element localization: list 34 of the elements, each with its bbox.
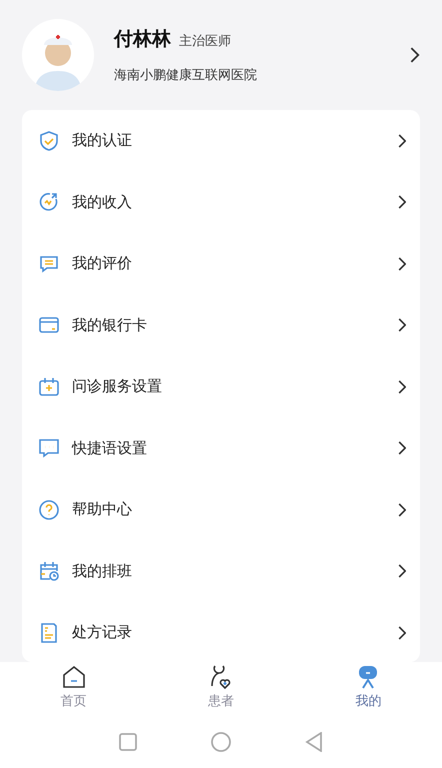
menu-item[interactable]: 我的认证 <box>22 110 420 172</box>
menu-item[interactable]: 我的银行卡 <box>22 294 420 356</box>
menu-item[interactable]: 问诊服务设置 <box>22 356 420 418</box>
calendar-clock-icon <box>38 560 60 582</box>
chevron-right-icon <box>398 380 406 394</box>
square-icon[interactable] <box>119 733 137 751</box>
chevron-right-icon <box>410 47 420 63</box>
chat-dots-icon <box>38 437 60 460</box>
chevron-right-icon <box>398 256 406 271</box>
menu-item[interactable]: 我的收入 <box>22 172 420 233</box>
doctor-title: 主治医师 <box>179 33 231 50</box>
menu-item[interactable]: 快捷语设置 <box>22 418 420 479</box>
prescription-icon <box>38 622 60 644</box>
chevron-right-icon <box>398 134 406 148</box>
hospital-name: 海南小鹏健康互联网医院 <box>114 67 258 84</box>
calendar-plus-icon <box>38 376 60 398</box>
doctor-name: 付林林 <box>114 27 171 52</box>
menu-item[interactable]: 处方记录 <box>22 602 420 662</box>
back-icon[interactable] <box>305 732 323 752</box>
chevron-right-icon <box>398 318 406 332</box>
chevron-right-icon <box>398 626 406 640</box>
circle-icon[interactable] <box>211 732 231 752</box>
chevron-right-icon <box>398 502 406 517</box>
menu-item[interactable]: 帮助中心 <box>22 479 420 540</box>
chevron-right-icon <box>398 195 406 210</box>
tab[interactable]: 我的 <box>294 662 442 712</box>
menu-item[interactable]: 我的排班 <box>22 540 420 602</box>
chevron-right-icon <box>398 564 406 578</box>
shield-check-icon <box>38 130 60 152</box>
chevron-right-icon <box>398 441 406 456</box>
menu-item[interactable]: 我的评价 <box>22 233 420 294</box>
home-icon <box>60 664 87 690</box>
circular-arrow-icon <box>38 191 60 214</box>
help-icon <box>38 498 60 521</box>
